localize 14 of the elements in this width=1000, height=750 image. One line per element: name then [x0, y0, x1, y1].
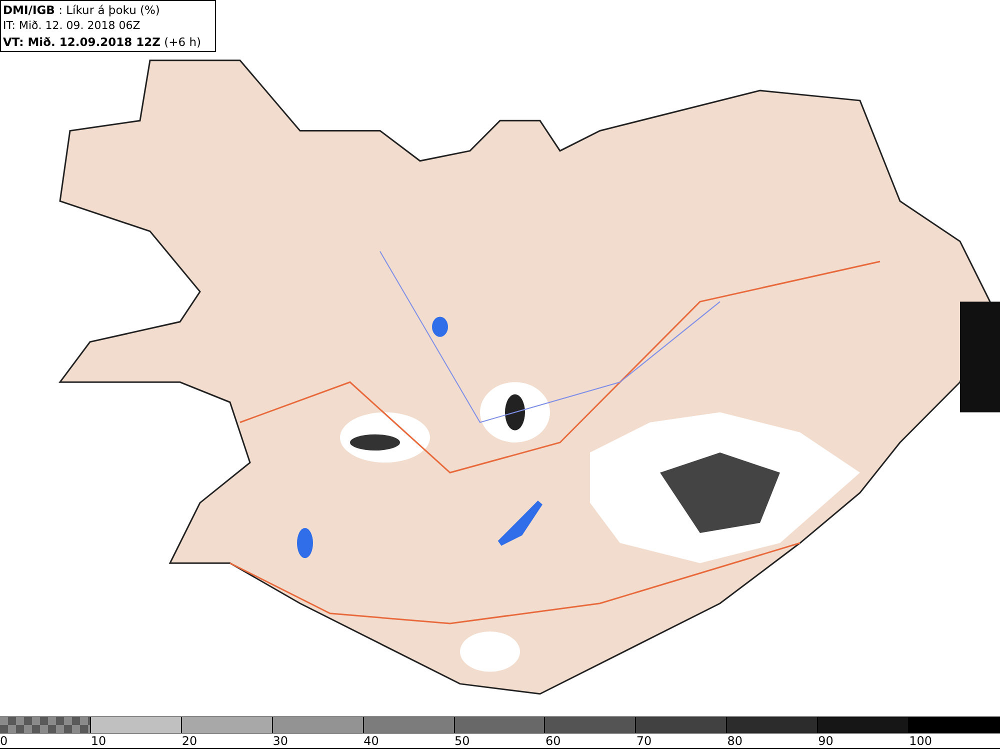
info-line: IT: Mið. 12. 09. 2018 06Z — [3, 18, 140, 34]
info-line: DMI/IGB : Líkur á þoku (%) — [3, 2, 160, 18]
legend-label: 0 — [0, 734, 8, 748]
legend-label: 40 — [364, 734, 379, 748]
legend-label: 90 — [818, 734, 834, 748]
legend-label: 10 — [90, 734, 106, 748]
legend-label: 100 — [909, 734, 932, 748]
legend-label: 30 — [272, 734, 288, 748]
info-line: VT: Mið. 12.09.2018 12Z (+6 h) — [3, 34, 202, 50]
legend-label: 20 — [182, 734, 198, 748]
legend-label: 80 — [727, 734, 743, 748]
legend-label: 50 — [454, 734, 470, 748]
legend-label: 60 — [545, 734, 561, 748]
legend-label: 70 — [636, 734, 652, 748]
